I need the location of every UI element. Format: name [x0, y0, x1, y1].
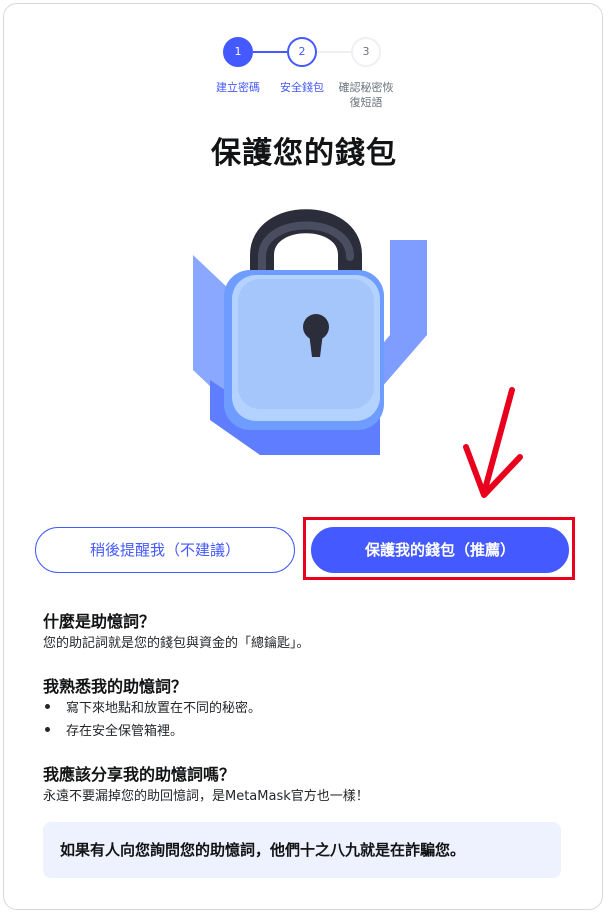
faq-question-1: 什麼是助憶詞？: [43, 612, 156, 631]
faq-question-3: 我應該分享我的助憶詞嗎？: [43, 765, 236, 784]
step-3-label: 確認秘密恢 復短語: [330, 80, 402, 110]
step-2-label: 安全錢包: [280, 81, 324, 94]
step-1-indicator: 1: [223, 37, 253, 67]
remind-later-button[interactable]: 稍後提醒我（不建議）: [35, 527, 295, 573]
faq-question-2: 我熟悉我的助憶詞？: [43, 677, 188, 696]
faq-answer-1: 您的助記詞就是您的錢包與資金的「總鑰匙」。: [43, 636, 310, 651]
bullet-icon: [45, 704, 50, 709]
secure-wallet-button[interactable]: 保護我的錢包（推薦）: [311, 527, 569, 573]
progress-stepper: 1 2 3 建立密碼 安全錢包 確認秘密恢 復短語: [0, 0, 608, 120]
bullet-icon: [45, 727, 50, 732]
step-1-label: 建立密碼: [216, 81, 260, 94]
step-3-label-line2: 復短語: [349, 96, 383, 109]
faq-answer-3: 永遠不要漏掉您的助回憶詞，是MetaMask官方也一樣！: [43, 789, 369, 804]
step-3-indicator: 3: [351, 37, 381, 67]
padlock-icon: [190, 195, 435, 460]
faq-answer-2-item-2: 存在安全保管箱裡。: [66, 724, 184, 739]
step-3-label-line1: 確認秘密恢: [338, 81, 394, 94]
step-connector-2: [317, 51, 351, 53]
step-2-indicator: 2: [287, 37, 317, 67]
page-title: 保護您的錢包: [211, 136, 397, 171]
step-connector-1: [253, 51, 287, 53]
red-arrow-down-icon: [462, 385, 524, 505]
scam-warning-banner: 如果有人向您詢問您的助憶詞，他們十之八九就是在詐騙您。: [43, 822, 561, 878]
faq-answer-2-item-1: 寫下來地點和放置在不同的秘密。: [66, 701, 262, 716]
